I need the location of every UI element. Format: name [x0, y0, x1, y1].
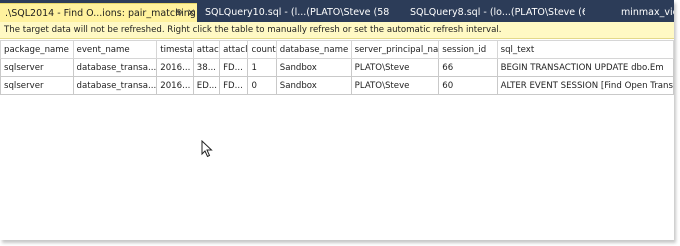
table-cell[interactable]: BEGIN TRANSACTION UPDATE dbo.Em: [496, 58, 674, 77]
table-cell[interactable]: sqlserver: [0, 76, 74, 95]
column-header[interactable]: attac: [192, 40, 221, 59]
document-tab-bar: .\SQL2014 - Find O...ions: pair_matching…: [0, 0, 674, 22]
event-data-grid[interactable]: package_name event_name timesta attac at…: [0, 40, 674, 240]
column-header[interactable]: server_principal_na: [350, 40, 440, 59]
column-header[interactable]: package_name: [0, 40, 74, 59]
tab-label: .\SQL2014 - Find O...ions: pair_matching: [5, 8, 196, 19]
table-cell[interactable]: database_transa...: [72, 76, 158, 95]
table-cell[interactable]: ED...: [192, 76, 221, 95]
tab-label: SQLQuery8.sql - (lo...(PLATO\Steve (66))…: [410, 7, 585, 18]
column-header[interactable]: event_name: [72, 40, 158, 59]
table-cell[interactable]: 60: [438, 76, 498, 95]
column-header[interactable]: sql_text: [496, 40, 674, 59]
column-header[interactable]: count: [247, 40, 277, 59]
column-header[interactable]: attacl: [219, 40, 249, 59]
event-table: package_name event_name timesta attac at…: [0, 40, 674, 95]
tab-sqlquery8[interactable]: SQLQuery8.sql - (lo...(PLATO\Steve (66))…: [405, 3, 585, 22]
table-cell[interactable]: Sandbox: [275, 58, 352, 77]
tab-label: minmax_view: [621, 7, 674, 18]
pin-icon[interactable]: ⊕: [175, 4, 183, 22]
refresh-notice-bar: The target data will not be refreshed. R…: [0, 22, 674, 39]
table-cell[interactable]: 66: [438, 58, 498, 77]
table-cell[interactable]: 2016...: [156, 76, 194, 95]
table-cell[interactable]: 2016...: [156, 58, 194, 77]
table-cell[interactable]: PLATO\Steve: [350, 58, 440, 77]
table-row[interactable]: sqlserver database_transa... 2016... ED.…: [0, 76, 674, 95]
table-cell[interactable]: FD...: [219, 58, 249, 77]
column-header[interactable]: session_id: [438, 40, 498, 59]
table-cell[interactable]: PLATO\Steve: [350, 76, 440, 95]
table-cell[interactable]: FD...: [219, 76, 249, 95]
tab-pair-matching[interactable]: .\SQL2014 - Find O...ions: pair_matching…: [0, 3, 197, 22]
table-cell[interactable]: Sandbox: [275, 76, 352, 95]
column-header[interactable]: timesta: [156, 40, 194, 59]
window-frame: .\SQL2014 - Find O...ions: pair_matching…: [0, 0, 674, 240]
table-row[interactable]: sqlserver database_transa... 2016... 38.…: [0, 58, 674, 77]
table-cell[interactable]: sqlserver: [0, 58, 74, 77]
tab-minmax-view[interactable]: minmax_view: [616, 3, 674, 22]
close-icon[interactable]: ✕: [187, 4, 195, 22]
tab-label: SQLQuery10.sql - (l...(PLATO\Steve (58))…: [205, 7, 390, 18]
table-cell[interactable]: 38...: [192, 58, 221, 77]
mouse-pointer-icon: [201, 140, 213, 158]
table-cell[interactable]: ALTER EVENT SESSION [Find Open Trans: [496, 76, 674, 95]
tab-sqlquery10[interactable]: SQLQuery10.sql - (l...(PLATO\Steve (58))…: [200, 3, 390, 22]
table-cell[interactable]: 1: [247, 58, 277, 77]
header-row: package_name event_name timesta attac at…: [0, 40, 674, 59]
table-cell[interactable]: database_transa...: [72, 58, 158, 77]
column-header[interactable]: database_name: [275, 40, 352, 59]
table-cell[interactable]: 0: [247, 76, 277, 95]
